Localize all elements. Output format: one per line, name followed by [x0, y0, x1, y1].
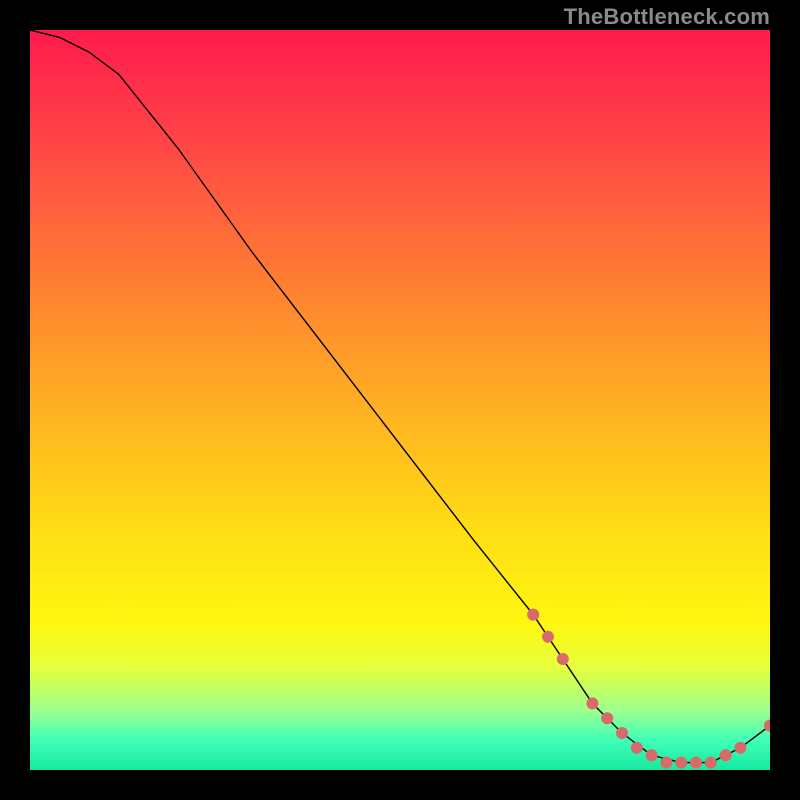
data-marker — [734, 742, 746, 754]
data-markers — [527, 609, 770, 769]
data-marker — [631, 742, 643, 754]
data-marker — [616, 727, 628, 739]
chart-root: TheBottleneck.com — [0, 0, 800, 800]
data-marker — [675, 757, 687, 769]
data-marker — [527, 609, 539, 621]
data-marker — [705, 757, 717, 769]
data-marker — [586, 697, 598, 709]
data-marker — [690, 757, 702, 769]
data-marker — [557, 653, 569, 665]
data-marker — [601, 712, 613, 724]
data-marker — [660, 757, 672, 769]
watermark-text: TheBottleneck.com — [564, 4, 770, 30]
data-marker — [542, 631, 554, 643]
data-marker — [720, 749, 732, 761]
bottleneck-curve — [30, 30, 770, 763]
data-marker — [646, 749, 658, 761]
plot-svg — [30, 30, 770, 770]
plot-area — [30, 30, 770, 770]
